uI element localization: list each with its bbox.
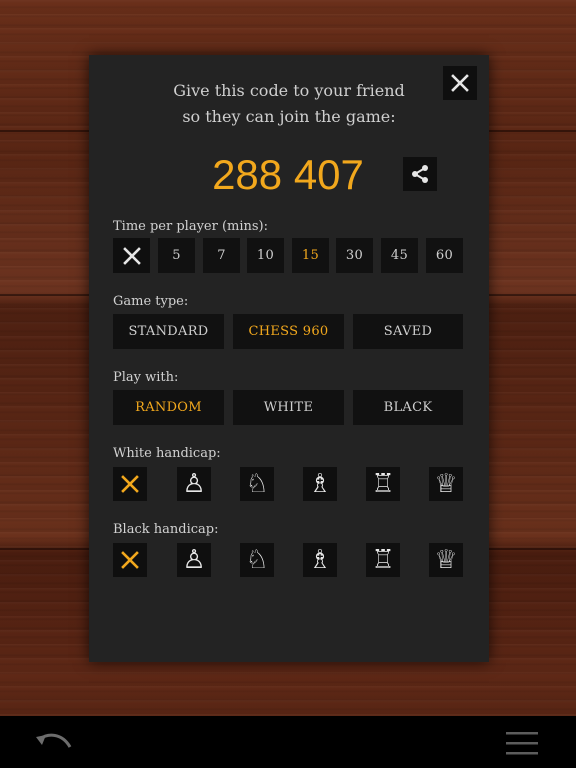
game-type-standard[interactable]: STANDARD	[113, 314, 224, 349]
invite-instructions: Give this code to your friend so they ca…	[89, 78, 489, 130]
black-handicap-rook[interactable]: ♖	[366, 543, 400, 577]
knight-icon: ♘	[245, 469, 269, 499]
bishop-icon: ♗	[308, 469, 332, 499]
white-handicap-pawn[interactable]: ♙	[177, 467, 211, 501]
time-option-10[interactable]: 10	[247, 238, 284, 273]
time-option-30[interactable]: 30	[336, 238, 373, 273]
time-option-5[interactable]: 5	[158, 238, 195, 273]
time-option-45[interactable]: 45	[381, 238, 418, 273]
instruction-line-2: so they can join the game:	[182, 107, 396, 126]
white-handicap-knight[interactable]: ♘	[240, 467, 274, 501]
none-icon	[121, 551, 139, 569]
black-handicap-knight[interactable]: ♘	[240, 543, 274, 577]
instruction-line-1: Give this code to your friend	[173, 81, 405, 100]
knight-icon: ♘	[245, 545, 269, 575]
play-with-label: Play with:	[113, 370, 179, 385]
bottom-toolbar	[0, 716, 576, 768]
share-icon	[412, 165, 428, 183]
pawn-icon: ♙	[182, 545, 206, 575]
none-icon	[121, 475, 139, 493]
game-type-saved[interactable]: SAVED	[353, 314, 463, 349]
white-handicap-none[interactable]	[113, 467, 147, 501]
white-handicap-queen[interactable]: ♕	[429, 467, 463, 501]
white-handicap-bishop[interactable]: ♗	[303, 467, 337, 501]
close-icon	[122, 246, 141, 265]
black-handicap-none[interactable]	[113, 543, 147, 577]
share-button[interactable]	[403, 157, 437, 191]
rook-icon: ♖	[371, 545, 395, 575]
time-option-7[interactable]: 7	[203, 238, 240, 273]
bishop-icon: ♗	[308, 545, 332, 575]
play-with-white[interactable]: WHITE	[233, 390, 344, 425]
queen-icon: ♕	[434, 545, 458, 575]
time-option-60[interactable]: 60	[426, 238, 463, 273]
undo-button[interactable]	[34, 729, 74, 757]
rook-icon: ♖	[371, 469, 395, 499]
time-option-15[interactable]: 15	[292, 238, 329, 273]
black-handicap-label: Black handicap:	[113, 522, 219, 537]
black-handicap-bishop[interactable]: ♗	[303, 543, 337, 577]
time-option-none[interactable]	[113, 238, 150, 273]
game-type-chess960[interactable]: CHESS 960	[233, 314, 344, 349]
queen-icon: ♕	[434, 469, 458, 499]
pawn-icon: ♙	[182, 469, 206, 499]
white-handicap-rook[interactable]: ♖	[366, 467, 400, 501]
play-with-black[interactable]: BLACK	[353, 390, 463, 425]
hamburger-menu-icon	[506, 732, 538, 755]
menu-button[interactable]	[504, 729, 540, 757]
black-handicap-queen[interactable]: ♕	[429, 543, 463, 577]
play-with-random[interactable]: RANDOM	[113, 390, 224, 425]
game-type-label: Game type:	[113, 294, 189, 309]
time-per-player-label: Time per player (mins):	[113, 219, 269, 234]
undo-icon	[36, 733, 72, 748]
white-handicap-label: White handicap:	[113, 446, 221, 461]
game-code: 288 407	[212, 151, 364, 198]
black-handicap-pawn[interactable]: ♙	[177, 543, 211, 577]
